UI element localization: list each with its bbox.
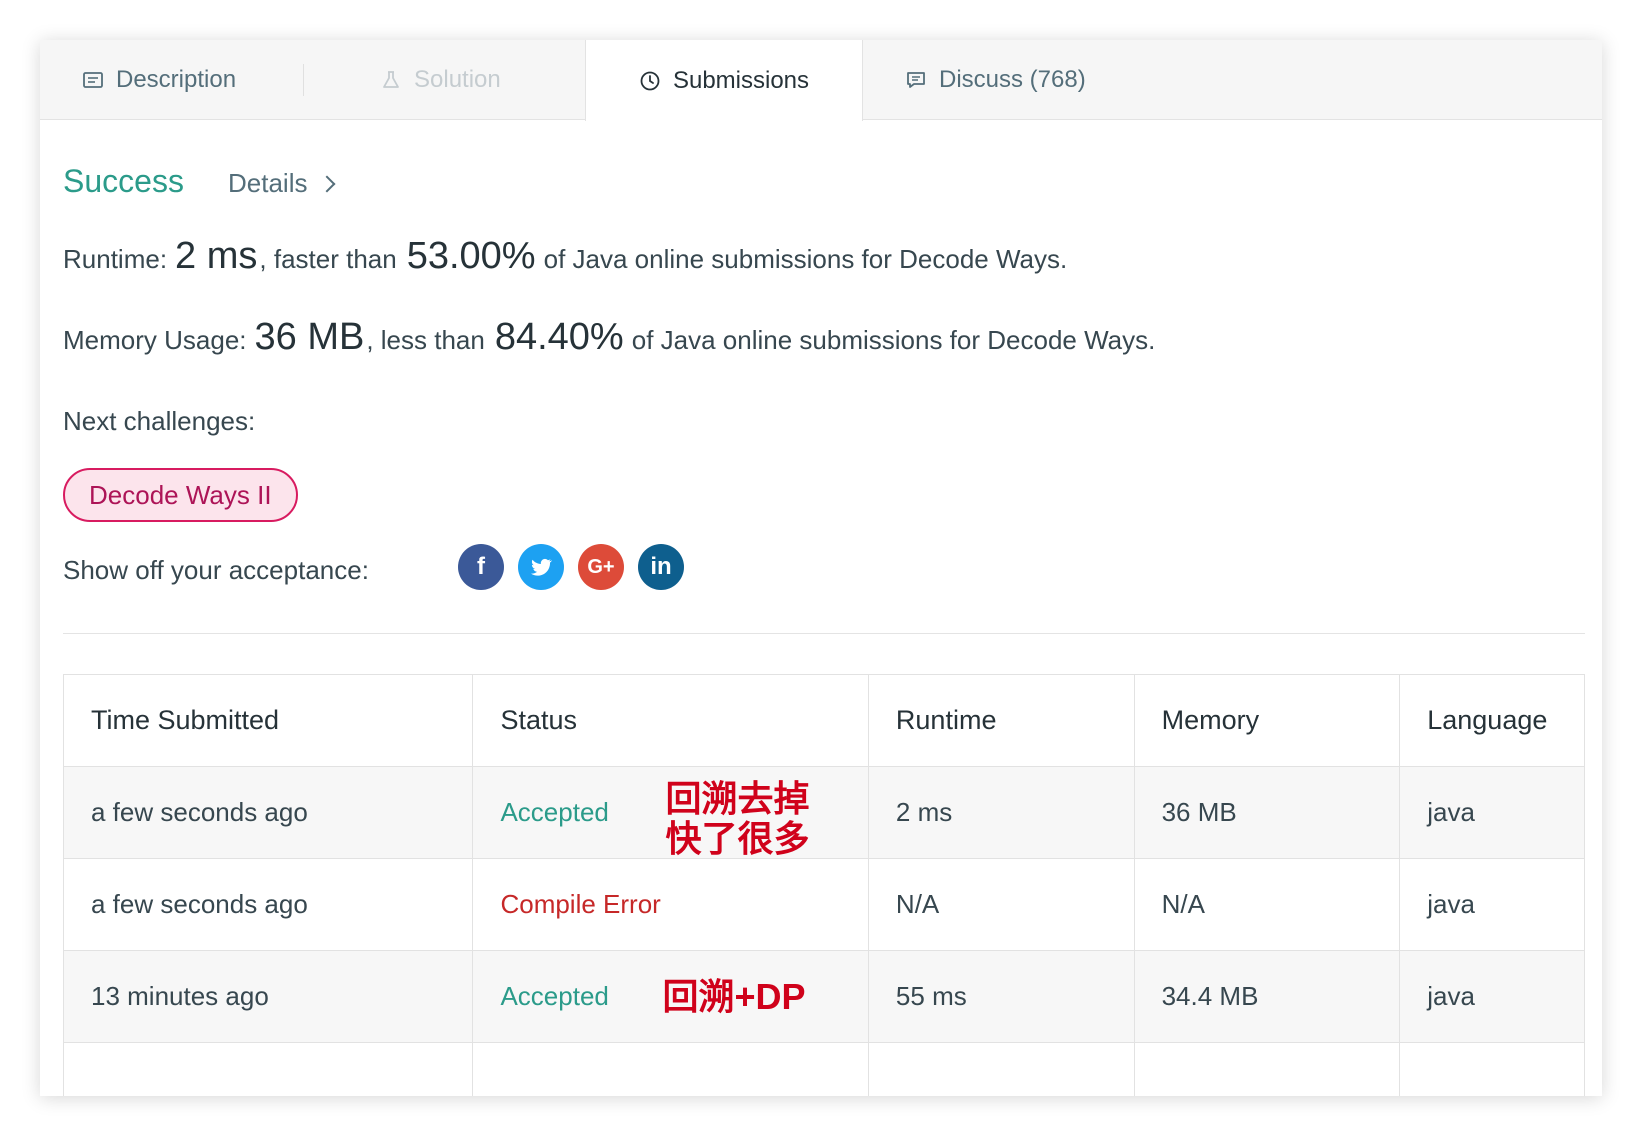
cell-runtime: 55 ms	[869, 951, 1135, 1042]
header-runtime[interactable]: Runtime	[869, 675, 1135, 766]
memory-summary: Memory Usage: 36 MB , less than 84.40% o…	[63, 316, 1155, 359]
tab-description[interactable]: Description	[82, 40, 236, 120]
cell-status: Accepted 回溯去掉 快了很多	[473, 767, 869, 859]
linkedin-icon[interactable]: in	[638, 544, 684, 590]
memory-value: 36 MB	[254, 316, 365, 358]
table-row: a few seconds ago Compile Error N/A N/A …	[64, 859, 1584, 951]
cell-language	[1400, 1043, 1584, 1096]
status-link[interactable]: Accepted	[500, 797, 608, 828]
annotation-note: 回溯+DP	[662, 976, 806, 1017]
header-language[interactable]: Language	[1400, 675, 1584, 766]
runtime-mid: , faster than	[259, 244, 397, 274]
memory-percentile: 84.40%	[494, 316, 624, 358]
table-row	[64, 1043, 1584, 1096]
runtime-suffix: of Java online submissions for Decode Wa…	[543, 244, 1068, 274]
header-memory[interactable]: Memory	[1135, 675, 1401, 766]
tab-submissions-label: Submissions	[672, 66, 810, 94]
chevron-right-icon	[318, 175, 336, 192]
runtime-value: 2 ms	[175, 235, 258, 277]
result-status: Success	[63, 163, 184, 199]
next-challenges-label: Next challenges:	[63, 406, 256, 436]
memory-suffix: of Java online submissions for Decode Wa…	[631, 325, 1156, 355]
memory-prefix: Memory Usage:	[63, 325, 247, 355]
tab-separator	[303, 64, 304, 96]
cell-time: a few seconds ago	[64, 859, 474, 950]
status-link[interactable]: Accepted	[500, 981, 608, 1012]
annotation-note: 回溯去掉 快了很多	[665, 778, 810, 859]
cell-status	[473, 1043, 869, 1096]
submission-panel: Description Solution Submissions Discuss…	[40, 40, 1602, 1096]
comment-icon	[905, 69, 927, 91]
tab-solution-label: Solution	[414, 66, 501, 93]
facebook-icon[interactable]: f	[458, 544, 504, 590]
tab-submissions[interactable]: Submissions	[585, 40, 863, 121]
details-label: Details	[228, 168, 308, 198]
tab-discuss-label: Discuss (768)	[939, 66, 1086, 93]
submissions-table: Time Submitted Status Runtime Memory Lan…	[63, 674, 1585, 1096]
cell-runtime	[869, 1043, 1135, 1096]
tab-description-label: Description	[116, 66, 237, 93]
table-row: a few seconds ago Accepted 回溯去掉 快了很多 2 m…	[64, 767, 1584, 859]
cell-runtime: 2 ms	[869, 767, 1135, 858]
header-time[interactable]: Time Submitted	[64, 675, 474, 766]
next-challenge-button[interactable]: Decode Ways II	[63, 468, 298, 522]
cell-language: java	[1427, 889, 1475, 919]
cell-time	[64, 1043, 474, 1096]
header-status[interactable]: Status	[473, 675, 869, 766]
table-row: 13 minutes ago Accepted 回溯+DP 55 ms 34.4…	[64, 951, 1584, 1043]
table-header-row: Time Submitted Status Runtime Memory Lan…	[64, 675, 1584, 767]
cell-language: java	[1427, 797, 1475, 827]
twitter-icon[interactable]	[518, 544, 564, 590]
cell-memory	[1135, 1043, 1401, 1096]
status-link[interactable]: Compile Error	[500, 889, 660, 920]
runtime-percentile: 53.00%	[406, 235, 536, 277]
share-label: Show off your acceptance:	[63, 555, 369, 585]
runtime-prefix: Runtime:	[63, 244, 168, 274]
cell-memory: 34.4 MB	[1135, 951, 1401, 1042]
google-plus-icon[interactable]: G+	[578, 544, 624, 590]
details-link[interactable]: Details	[228, 168, 336, 199]
flask-icon	[380, 69, 402, 91]
tab-bar: Description Solution Submissions Discuss…	[40, 40, 1602, 121]
tab-solution[interactable]: Solution	[380, 40, 501, 120]
cell-time: 13 minutes ago	[64, 951, 474, 1042]
cell-memory: 36 MB	[1135, 767, 1401, 858]
section-divider	[63, 633, 1585, 634]
memory-mid: , less than	[366, 325, 485, 355]
runtime-summary: Runtime: 2 ms , faster than 53.00% of Ja…	[63, 235, 1067, 278]
cell-status: Accepted 回溯+DP	[473, 951, 869, 1042]
description-icon	[82, 69, 104, 91]
tab-discuss[interactable]: Discuss (768)	[905, 40, 1086, 120]
social-share-bar: f G+ in	[458, 544, 698, 590]
cell-status: Compile Error	[473, 859, 869, 950]
clock-icon	[639, 70, 661, 92]
cell-runtime: N/A	[869, 859, 1135, 950]
cell-memory: N/A	[1135, 859, 1401, 950]
cell-language: java	[1427, 981, 1475, 1011]
cell-time: a few seconds ago	[64, 767, 474, 858]
